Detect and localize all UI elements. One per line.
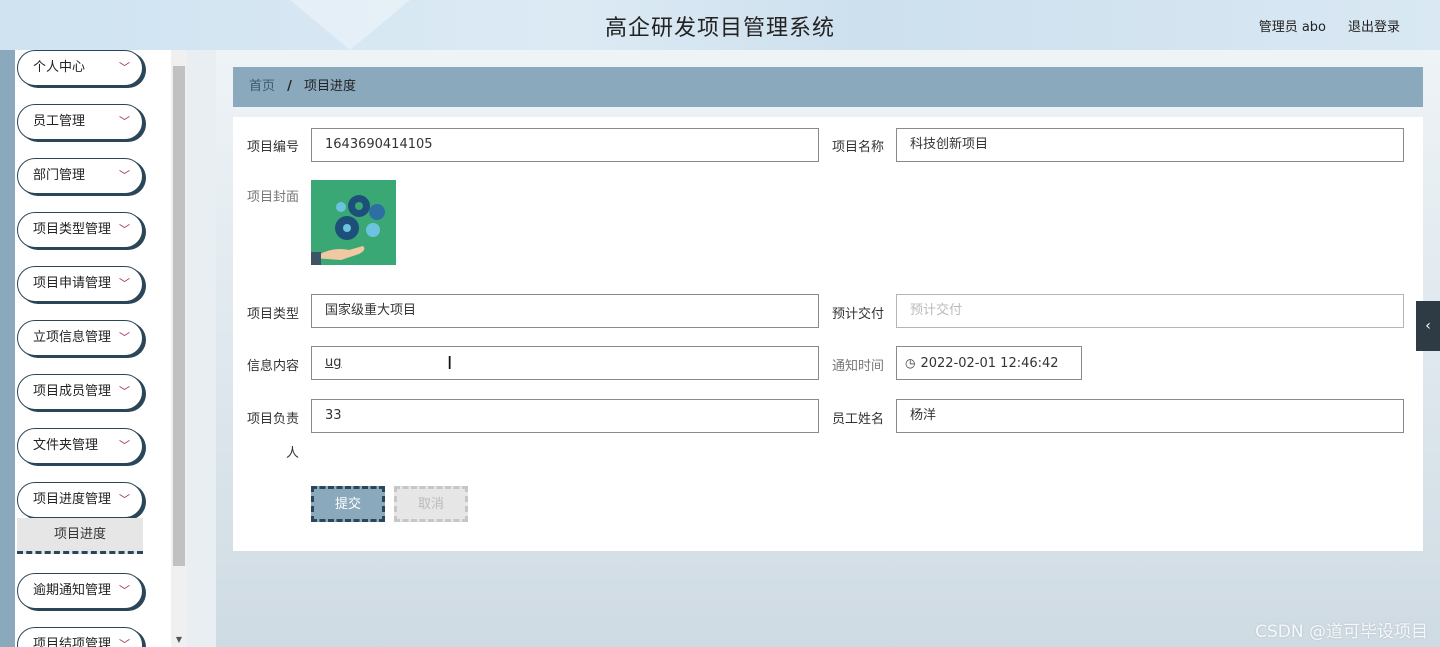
form-panel: 项目编号 1643690414105 项目名称 科技创新项目 项目封面 项目类型… bbox=[233, 117, 1423, 551]
sidebar-item-department[interactable]: 部门管理 ﹀ bbox=[17, 158, 143, 194]
info-content-field[interactable]: ug bbox=[311, 346, 819, 380]
info-content-label: 信息内容 bbox=[246, 359, 299, 374]
project-type-label: 项目类型 bbox=[246, 307, 299, 322]
current-user: 管理员 abo bbox=[1258, 20, 1326, 35]
gears-illustration-icon bbox=[311, 180, 396, 265]
notify-time-label: 通知时间 bbox=[831, 359, 884, 374]
clock-icon: ◷ bbox=[905, 356, 916, 370]
sidebar-item-label: 立项信息管理 bbox=[33, 330, 112, 345]
sidebar-item-label: 项目结项管理 bbox=[33, 637, 112, 647]
chevron-down-icon: ﹀ bbox=[119, 584, 130, 597]
watermark: CSDN @道可毕设项目 bbox=[1255, 622, 1428, 642]
chevron-left-icon[interactable]: ‹ bbox=[1416, 301, 1440, 351]
sidebar-subitem-progress[interactable]: 项目进度 bbox=[17, 518, 143, 554]
chevron-down-icon: ﹀ bbox=[119, 439, 130, 452]
breadcrumb: 首页 / 项目进度 bbox=[233, 67, 1423, 107]
sidebar-item-folders[interactable]: 文件夹管理 ﹀ bbox=[17, 428, 143, 464]
sidebar-item-project-application[interactable]: 项目申请管理 ﹀ bbox=[17, 266, 143, 302]
notify-time-field[interactable]: ◷ 2022-02-01 12:46:42 bbox=[896, 346, 1082, 380]
employee-name-label: 员工姓名 bbox=[831, 412, 884, 427]
sidebar-scroll-thumb[interactable] bbox=[173, 66, 185, 566]
sidebar-item-project-members[interactable]: 项目成员管理 ﹀ bbox=[17, 374, 143, 410]
sidebar-item-employee[interactable]: 员工管理 ﹀ bbox=[17, 104, 143, 140]
project-cover-image[interactable] bbox=[311, 180, 396, 265]
sidebar-item-label: 员工管理 bbox=[33, 114, 86, 129]
sidebar: 个人中心 ﹀ 员工管理 ﹀ 部门管理 ﹀ 项目类型管理 ﹀ 项目申请管理 ﹀ 立… bbox=[0, 50, 187, 647]
sidebar-item-label: 项目进度管理 bbox=[33, 492, 112, 507]
sidebar-item-label: 文件夹管理 bbox=[33, 438, 99, 453]
breadcrumb-separator: / bbox=[287, 79, 292, 94]
text-cursor-icon: I bbox=[447, 353, 453, 374]
chevron-down-icon: ﹀ bbox=[119, 638, 130, 647]
sidebar-strip bbox=[0, 50, 15, 647]
sidebar-item-label: 项目类型管理 bbox=[33, 222, 112, 237]
sidebar-item-project-progress[interactable]: 项目进度管理 ﹀ bbox=[17, 482, 143, 518]
sidebar-item-label: 个人中心 bbox=[33, 60, 86, 75]
project-leader-field[interactable]: 33 bbox=[311, 399, 819, 433]
employee-name-field[interactable]: 杨洋 bbox=[896, 399, 1404, 433]
sidebar-item-label: 部门管理 bbox=[33, 168, 86, 183]
breadcrumb-home[interactable]: 首页 bbox=[249, 79, 275, 94]
chevron-down-icon: ﹀ bbox=[119, 115, 130, 128]
header: 高企研发项目管理系统 管理员 abo 退出登录 bbox=[0, 0, 1440, 50]
logout-link[interactable]: 退出登录 bbox=[1348, 16, 1400, 35]
chevron-down-icon: ﹀ bbox=[119, 223, 130, 236]
chevron-down-icon: ﹀ bbox=[119, 169, 130, 182]
cover-label: 项目封面 bbox=[246, 190, 299, 205]
breadcrumb-current: 项目进度 bbox=[304, 79, 357, 94]
project-no-field[interactable]: 1643690414105 bbox=[311, 128, 819, 162]
sidebar-item-project-closure[interactable]: 项目结项管理 ﹀ bbox=[17, 627, 143, 647]
scroll-down-arrow-icon[interactable]: ▼ bbox=[173, 634, 185, 646]
chevron-down-icon: ﹀ bbox=[119, 493, 130, 506]
chevron-down-icon: ﹀ bbox=[119, 277, 130, 290]
delivery-field[interactable]: 预计交付 bbox=[896, 294, 1404, 328]
delivery-label: 预计交付 bbox=[831, 307, 884, 322]
sidebar-item-overdue-notice[interactable]: 逾期通知管理 ﹀ bbox=[17, 573, 143, 609]
sidebar-item-approval-info[interactable]: 立项信息管理 ﹀ bbox=[17, 320, 143, 356]
project-name-label: 项目名称 bbox=[831, 140, 884, 155]
project-no-label: 项目编号 bbox=[246, 140, 299, 155]
sidebar-item-project-type[interactable]: 项目类型管理 ﹀ bbox=[17, 212, 143, 248]
chevron-down-icon: ﹀ bbox=[119, 331, 130, 344]
project-leader-label-cont: 人 bbox=[285, 446, 299, 461]
app-title: 高企研发项目管理系统 bbox=[604, 16, 835, 41]
cancel-button[interactable]: 取消 bbox=[394, 486, 468, 522]
sidebar-item-personal-center[interactable]: 个人中心 ﹀ bbox=[17, 50, 143, 86]
sidebar-item-label: 项目成员管理 bbox=[33, 384, 112, 399]
sidebar-item-label: 逾期通知管理 bbox=[33, 583, 112, 598]
project-name-field[interactable]: 科技创新项目 bbox=[896, 128, 1404, 162]
project-type-field[interactable]: 国家级重大项目 bbox=[311, 294, 819, 328]
chevron-down-icon: ﹀ bbox=[119, 385, 130, 398]
chevron-down-icon: ﹀ bbox=[119, 61, 130, 74]
notify-time-value: 2022-02-01 12:46:42 bbox=[920, 356, 1059, 371]
sidebar-item-label: 项目申请管理 bbox=[33, 276, 112, 291]
project-leader-label: 项目负责 bbox=[246, 412, 299, 427]
submit-button[interactable]: 提交 bbox=[311, 486, 385, 522]
